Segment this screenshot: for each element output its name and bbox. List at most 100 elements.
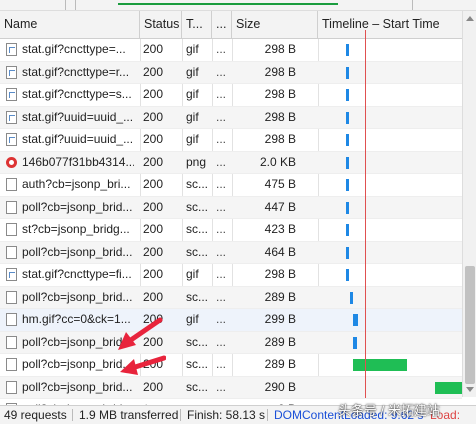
request-status: 200 bbox=[143, 222, 164, 236]
request-name: stat.gif?cncttype=s... bbox=[22, 87, 132, 101]
request-row[interactable]: poll?cb=jsonp_brid... 200 sc...... 464 B bbox=[0, 241, 462, 264]
timeline-bar bbox=[345, 66, 349, 79]
error-image-icon bbox=[6, 156, 17, 168]
request-name: stat.gif?uuid=uuid_... bbox=[22, 109, 134, 124]
scroll-down-arrow-icon[interactable] bbox=[466, 387, 474, 392]
request-row[interactable]: hm.gif?cc=0&ck=1... 200 gif... 299 B bbox=[0, 309, 462, 332]
request-type: gif bbox=[186, 312, 199, 326]
timeline-bar bbox=[352, 359, 408, 371]
script-file-icon bbox=[6, 290, 17, 304]
request-row[interactable]: poll?cb=jsonp_brid...200sc......289 B bbox=[0, 354, 462, 377]
column-name-header[interactable]: Name bbox=[0, 11, 140, 38]
request-type: gif bbox=[186, 87, 199, 101]
strip-divider bbox=[65, 0, 66, 10]
watermark: 头条号 / 米拓建站 bbox=[338, 403, 440, 418]
script-file-icon bbox=[6, 358, 17, 371]
request-row[interactable]: poll?cb=jsonp_brid...200sc......289 B bbox=[0, 331, 462, 354]
request-size: 447 B bbox=[264, 199, 296, 214]
request-name: poll?cb=jsonp_brid... bbox=[22, 379, 133, 394]
scroll-up-arrow-icon[interactable] bbox=[466, 16, 474, 21]
column-timeline-header[interactable]: Timeline – Start Time bbox=[318, 11, 462, 38]
timeline-bar bbox=[345, 89, 349, 101]
red-arrow-icon bbox=[118, 317, 163, 350]
script-file-icon bbox=[6, 313, 17, 326]
request-row[interactable]: stat.gif?cncttype=s... 200 gif... 298 B bbox=[0, 84, 462, 107]
request-status: 200 bbox=[143, 87, 164, 101]
request-size: 475 B bbox=[264, 177, 296, 191]
request-type: gif bbox=[186, 64, 199, 79]
request-status: 200 bbox=[143, 267, 164, 281]
request-row[interactable]: poll?cb=jsonp_brid... 200 sc...... 447 B bbox=[0, 196, 462, 219]
request-type: sc... bbox=[186, 334, 209, 349]
timeline-bar bbox=[352, 314, 359, 326]
request-status: 200 bbox=[143, 177, 164, 191]
request-status: 200 bbox=[143, 132, 164, 146]
request-size: 464 B bbox=[264, 244, 296, 259]
request-status: 200 bbox=[143, 289, 164, 304]
request-row[interactable]: 146b077f31bb4314... 200 png... 2.0 KB bbox=[0, 151, 462, 174]
request-row[interactable]: stat.gif?uuid=uuid_... 200 gif... 298 B bbox=[0, 106, 462, 129]
request-row[interactable]: stat.gif?cncttype=fi... 200 gif... 298 B bbox=[0, 264, 462, 287]
timeline-bar bbox=[345, 156, 349, 169]
scroll-thumb[interactable] bbox=[465, 266, 475, 384]
column-initiator-header[interactable]: ... bbox=[212, 11, 232, 38]
script-file-icon bbox=[6, 223, 17, 236]
request-row[interactable]: poll?cb=jsonp_brid... 200 sc...... 290 B bbox=[0, 376, 462, 399]
image-file-icon bbox=[6, 110, 17, 124]
red-arrow-icon bbox=[120, 355, 166, 375]
request-type: gif bbox=[186, 42, 199, 56]
request-name: stat.gif?cncttype=fi... bbox=[22, 267, 132, 281]
script-file-icon bbox=[6, 245, 17, 259]
request-initiator: ... bbox=[216, 64, 227, 79]
request-type: sc... bbox=[186, 222, 209, 236]
timeline-bar bbox=[350, 291, 353, 304]
vertical-scrollbar[interactable] bbox=[462, 11, 476, 397]
image-file-icon bbox=[6, 133, 17, 146]
request-initiator: ... bbox=[216, 109, 227, 124]
request-initiator: ... bbox=[216, 132, 227, 146]
strip-divider bbox=[412, 0, 413, 10]
request-type: gif bbox=[186, 109, 199, 124]
request-initiator: ... bbox=[216, 289, 227, 304]
request-size: 289 B bbox=[264, 357, 296, 371]
request-type: gif bbox=[186, 267, 199, 281]
request-row[interactable]: poll?cb=jsonp_brid...200sc......289 B bbox=[0, 286, 462, 309]
request-status: 200 bbox=[143, 109, 164, 124]
annotation-arrows bbox=[118, 317, 166, 375]
request-name: stat.gif?cncttype=r... bbox=[22, 64, 130, 79]
column-status-header[interactable]: Status bbox=[140, 11, 182, 38]
script-file-icon bbox=[6, 200, 17, 214]
image-file-icon bbox=[6, 268, 17, 281]
request-type: sc... bbox=[186, 244, 209, 259]
request-type: sc... bbox=[186, 199, 209, 214]
column-type-header[interactable]: T... bbox=[182, 11, 212, 38]
script-file-icon bbox=[6, 178, 17, 191]
request-type: sc... bbox=[186, 289, 209, 304]
timeline-bar bbox=[345, 269, 349, 281]
filter-strip bbox=[0, 0, 476, 11]
request-size: 298 B bbox=[264, 64, 296, 79]
request-row[interactable]: stat.gif?cncttype=r... 200 gif... 298 B bbox=[0, 61, 462, 84]
request-row[interactable]: auth?cb=jsonp_bri... 200 sc...... 475 B bbox=[0, 174, 462, 197]
image-file-icon bbox=[6, 88, 17, 101]
request-type: sc... bbox=[186, 357, 209, 371]
request-size: 298 B bbox=[264, 109, 296, 124]
request-initiator: ... bbox=[216, 379, 227, 394]
timeline-bar bbox=[345, 179, 349, 191]
request-initiator: ... bbox=[216, 312, 227, 326]
timeline-bar bbox=[435, 381, 462, 394]
request-type: gif bbox=[186, 132, 199, 146]
request-name: stat.gif?uuid=uuid_... bbox=[22, 132, 134, 146]
column-size-header[interactable]: Size bbox=[232, 11, 318, 38]
transferred-size: 1.9 MB transferred bbox=[79, 408, 179, 422]
strip-divider bbox=[75, 0, 76, 10]
request-initiator: ... bbox=[216, 177, 227, 191]
request-row[interactable]: stat.gif?cncttype=... 200 gif... 298 B bbox=[0, 39, 462, 62]
request-initiator: ... bbox=[216, 154, 227, 169]
request-row[interactable]: st?cb=jsonp_bridg... 200 sc...... 423 B bbox=[0, 219, 462, 242]
status-divider bbox=[72, 409, 73, 421]
timeline-bar bbox=[345, 246, 349, 259]
request-row[interactable]: stat.gif?uuid=uuid_... 200 gif... 298 B bbox=[0, 129, 462, 152]
script-file-icon bbox=[6, 335, 17, 349]
request-size: 298 B bbox=[264, 42, 296, 56]
